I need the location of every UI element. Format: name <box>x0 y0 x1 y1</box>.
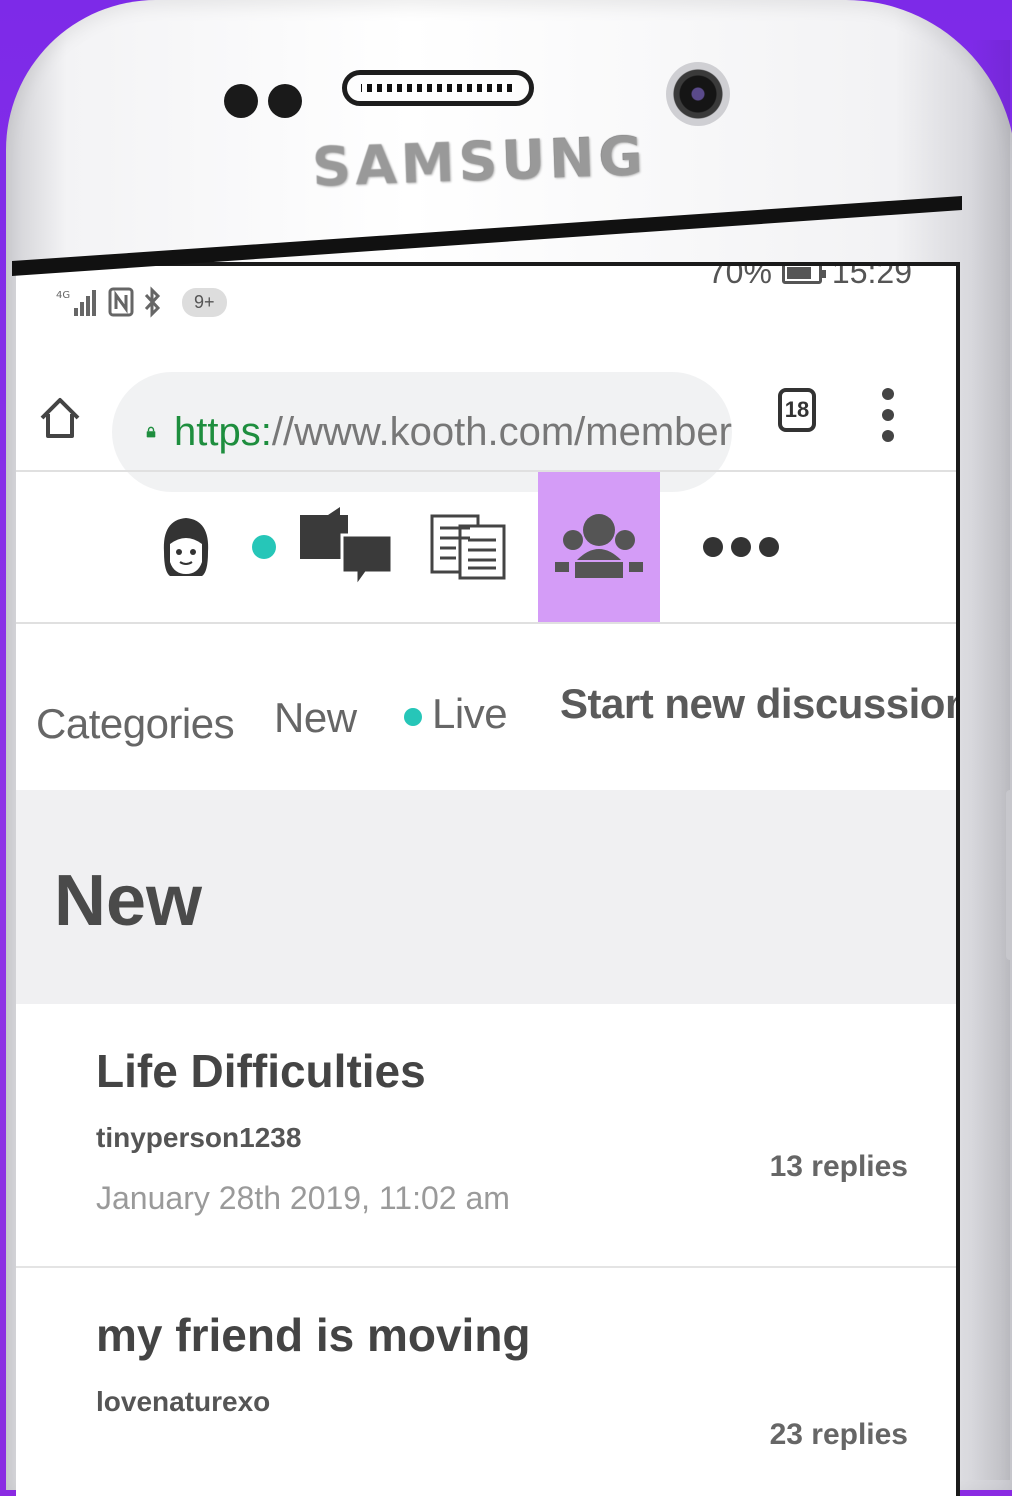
articles-icon <box>430 514 506 580</box>
discussion-replies: 23 replies <box>769 1418 908 1451</box>
section-title: New <box>54 861 203 941</box>
proximity-sensor <box>224 84 258 118</box>
nav-more[interactable] <box>686 472 796 622</box>
discussion-author: lovenaturexo <box>96 1386 271 1417</box>
nav-profile[interactable] <box>146 472 226 622</box>
discussion-date: January 28th 2019, 11:02 am <box>96 1180 510 1216</box>
overflow-menu-icon[interactable] <box>882 388 894 442</box>
discussion-item[interactable]: my friend is moving lovenaturexo 23 repl… <box>16 1268 956 1496</box>
url-text[interactable]: https://www.kooth.com/member <box>174 410 732 455</box>
clock: 15:29 <box>831 262 912 290</box>
url-scheme: https: <box>174 409 272 454</box>
discussion-author: tinyperson1238 <box>96 1122 302 1153</box>
discussion-title[interactable]: my friend is moving <box>96 1308 531 1362</box>
tab-categories[interactable]: Categories <box>36 700 235 748</box>
tab-live[interactable]: Live <box>404 690 508 738</box>
phone-screen: 4G 9+ 70% 15:29 https://www.kooth.com/me… <box>16 262 960 1496</box>
tab-live-label: Live <box>432 690 508 737</box>
status-bar-right: 70% 15:29 <box>707 262 912 291</box>
section-header: New <box>16 790 956 1004</box>
discussion-title[interactable]: Life Difficulties <box>96 1044 426 1098</box>
battery-icon <box>781 266 826 284</box>
phone-edge-shade <box>970 40 1010 1480</box>
phone-side-button <box>1006 790 1012 960</box>
status-bar-left: 4G 9+ <box>56 286 227 318</box>
front-camera <box>666 62 730 126</box>
divider <box>16 622 956 624</box>
nav-messages[interactable] <box>238 472 408 622</box>
discussion-list: Life Difficulties tinyperson1238 January… <box>16 1004 956 1496</box>
bluetooth-icon <box>144 286 161 318</box>
discussion-item[interactable]: Life Difficulties tinyperson1238 January… <box>16 1004 956 1268</box>
online-dot-icon <box>252 535 276 559</box>
earpiece-speaker <box>342 70 534 106</box>
light-sensor <box>268 84 302 118</box>
forum-tabs: Categories New Live Start new discussion <box>16 636 956 786</box>
nfc-icon <box>108 287 134 317</box>
nav-articles[interactable] <box>418 472 518 622</box>
svg-text:4G: 4G <box>56 290 70 301</box>
tab-start-new-discussion[interactable]: Start new discussion <box>560 680 956 728</box>
signal-icon: 4G <box>56 290 96 316</box>
lock-icon <box>146 426 156 438</box>
home-icon[interactable] <box>38 396 82 440</box>
device-brand: SAMSUNG <box>311 124 648 199</box>
tab-count: 18 <box>784 397 810 422</box>
tab-new[interactable]: New <box>274 694 357 742</box>
tab-switcher-button[interactable]: 18 <box>778 388 816 432</box>
more-icon <box>703 537 779 557</box>
live-dot-icon <box>404 707 422 726</box>
url-path: //www.kooth.com/member <box>271 409 732 454</box>
discussion-replies: 13 replies <box>769 1150 908 1183</box>
chat-bubbles-icon <box>300 507 394 587</box>
notification-badge: 9+ <box>182 287 227 317</box>
nav-community[interactable] <box>538 472 660 622</box>
community-forum-icon <box>555 514 643 578</box>
icon-nav-bar <box>16 472 956 622</box>
battery-percent: 70% <box>707 262 772 290</box>
avatar-icon <box>163 518 209 576</box>
browser-toolbar: https://www.kooth.com/member 18 <box>16 326 956 492</box>
